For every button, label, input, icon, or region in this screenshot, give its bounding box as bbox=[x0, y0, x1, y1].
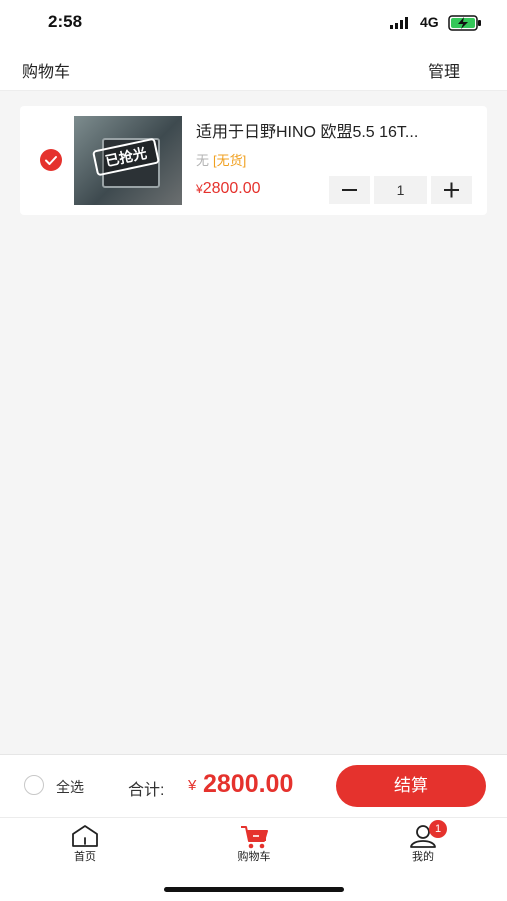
tab-mine-label: 我的 bbox=[412, 851, 434, 863]
minus-icon bbox=[342, 189, 357, 191]
signal-icon bbox=[390, 17, 408, 29]
select-all-label[interactable]: 全选 bbox=[56, 777, 84, 797]
home-icon bbox=[72, 825, 98, 847]
price-value: 2800.00 bbox=[202, 180, 261, 197]
cart-icon bbox=[241, 826, 268, 849]
currency-symbol: ¥ bbox=[196, 182, 203, 196]
spec-label: 无 bbox=[196, 153, 210, 168]
battery-charging-icon bbox=[448, 15, 481, 31]
total-currency: ¥ bbox=[188, 777, 197, 794]
item-price: ¥2800.00 bbox=[196, 180, 261, 198]
tab-home-label: 首页 bbox=[74, 851, 96, 863]
quantity-value[interactable]: 1 bbox=[374, 176, 427, 204]
plus-icon bbox=[444, 182, 459, 198]
product-image[interactable]: 已抢光 bbox=[74, 116, 182, 205]
checkout-bar: 全选 合计: ¥ 2800.00 结算 bbox=[0, 754, 507, 817]
tab-cart-label: 购物车 bbox=[237, 851, 271, 863]
total-value: 2800.00 bbox=[203, 770, 294, 798]
quantity-stepper: 1 bbox=[329, 176, 472, 204]
notification-badge: 1 bbox=[429, 820, 447, 838]
decrease-quantity-button[interactable] bbox=[329, 176, 370, 204]
spec-row: 无 [无货] bbox=[196, 150, 246, 169]
check-icon bbox=[45, 156, 57, 165]
increase-quantity-button[interactable] bbox=[431, 176, 472, 204]
stock-status: [无货] bbox=[213, 153, 247, 168]
select-all-checkbox[interactable] bbox=[24, 775, 44, 795]
tab-home[interactable]: 首页 bbox=[35, 818, 135, 868]
home-indicator bbox=[164, 887, 344, 892]
network-label: 4G bbox=[420, 14, 439, 30]
cart-item: 已抢光 适用于日野HINO 欧盟5.5 16T... 无 [无货] ¥2800.0… bbox=[20, 106, 487, 215]
tab-cart[interactable]: 购物车 bbox=[204, 818, 304, 868]
total-label: 合计: bbox=[128, 782, 165, 799]
status-bar: 2:58 4G bbox=[0, 0, 507, 46]
manage-button[interactable]: 管理 bbox=[428, 58, 460, 82]
tab-mine[interactable]: 1 我的 bbox=[373, 818, 473, 868]
checkout-button[interactable]: 结算 bbox=[336, 765, 486, 807]
item-checkbox[interactable] bbox=[40, 149, 62, 171]
product-title[interactable]: 适用于日野HINO 欧盟5.5 16T... bbox=[196, 118, 476, 142]
nav-bar: 购物车 管理 bbox=[0, 46, 507, 91]
status-time: 2:58 bbox=[48, 12, 83, 31]
page-title: 购物车 bbox=[22, 64, 71, 81]
